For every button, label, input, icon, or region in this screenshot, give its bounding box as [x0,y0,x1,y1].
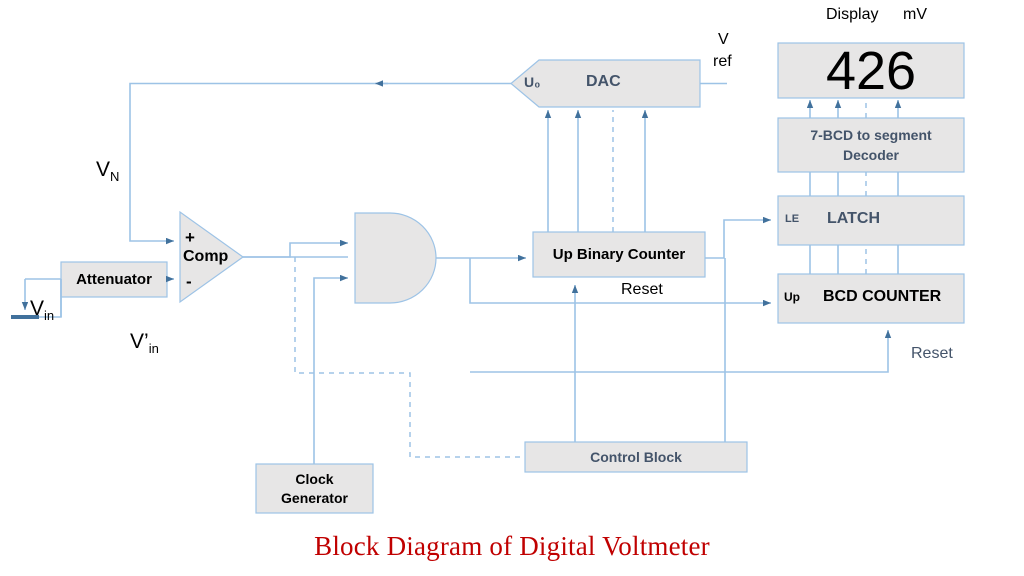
comparator-label: Comp [183,248,229,265]
clock-generator-label: Clock Generator [256,464,373,513]
vin-prime-label: V’in [130,330,159,357]
dac-label: DAC [586,73,621,90]
decoder-line2: Decoder [842,147,899,163]
vref-label-line2: ref [713,53,732,70]
dac-input-label: U₀ [524,74,541,90]
display-caption: Display [826,6,879,23]
wire-clock-to-and [313,274,348,464]
reset-right-label: Reset [911,345,953,362]
display-value: 426 [825,40,917,101]
reset-left-label: Reset [621,281,663,298]
page-title: Block Diagram of Digital Voltmeter [314,531,710,561]
decoder-line1: 7-BCD to segment [810,127,932,143]
attenuator-label: Attenuator [76,271,152,288]
clock-generator-line1: Clock [295,470,334,487]
bcd-counter-label: BCD COUNTER [823,288,942,305]
clock-generator-line2: Generator [281,489,348,506]
latch-label: LATCH [827,210,881,227]
diagram-canvas: Attenuator + Comp - Clock Generator Up B… [0,0,1024,576]
comparator-minus-label: - [186,272,192,291]
vref-label-line1: V [718,31,729,48]
vn-label: VN [96,158,120,185]
control-block-label: Control Block [590,449,682,465]
comparator-plus-label: + [185,228,195,247]
unit-label: mV [903,6,927,23]
vin-label: Vin [30,297,55,324]
and-gate-shape [354,212,437,304]
bcd-counter-up-label: Up [784,290,800,304]
wire-comp-to-and [243,239,348,258]
wire-control-to-bcd-reset [470,330,892,373]
decoder-label: 7-BCD to segment Decoder [778,118,964,172]
latch-enable-label: LE [785,213,800,225]
up-binary-counter-label: Up Binary Counter [552,246,686,263]
wire-counter-to-latch [705,216,771,259]
